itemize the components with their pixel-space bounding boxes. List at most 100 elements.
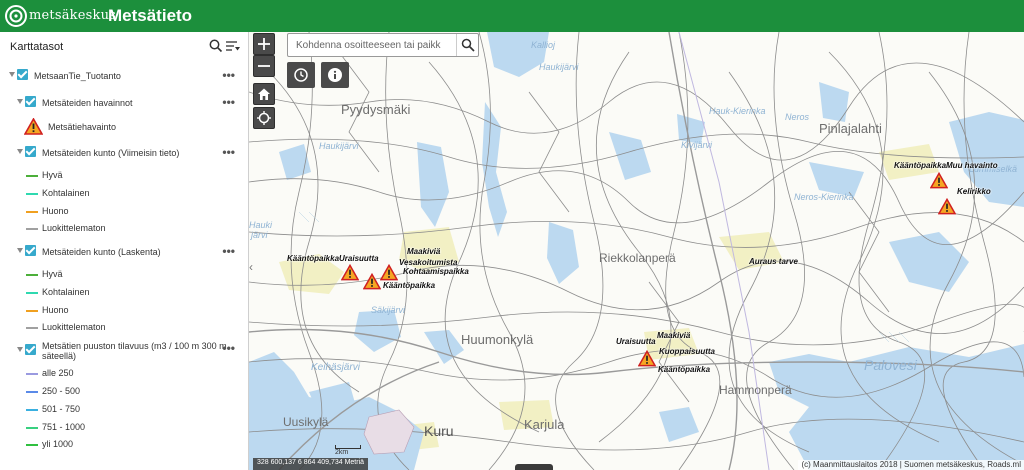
attribution-text: (c) Maanmittauslaitos 2018 | Suomen mets…: [801, 460, 1021, 469]
layer-panel: Karttatasot MetsaanTie_Tuotanto ••• Mets…: [0, 32, 249, 470]
line-symbol: [26, 327, 38, 329]
chevron-down-icon[interactable]: [17, 248, 23, 253]
bottom-drawer-handle[interactable]: [515, 464, 553, 470]
place-label: Karjula: [524, 417, 565, 432]
legend-item: 250 - 500: [0, 382, 249, 400]
warning-triangle-icon[interactable]: [638, 350, 656, 367]
legend-label: Kohtalainen: [42, 287, 90, 297]
legend-item: Luokittelematon: [0, 219, 249, 237]
legend-label: Metsätiehavainto: [48, 122, 117, 132]
more-options-icon[interactable]: •••: [222, 68, 235, 82]
place-label: Pyydysmäki: [341, 102, 411, 117]
layer-group-row[interactable]: Metsäteiden kunto (Viimeisin tieto) •••: [0, 144, 249, 162]
warning-triangle-icon[interactable]: [938, 198, 956, 215]
layer-root-row[interactable]: MetsaanTie_Tuotanto •••: [0, 67, 249, 85]
incident-label: Uraisuutta: [616, 337, 656, 346]
collapse-panel-handle[interactable]: ‹: [249, 260, 259, 288]
locate-button[interactable]: [253, 107, 275, 129]
water-label: Kivijärvi: [681, 140, 713, 150]
legend-item: Huono: [0, 301, 249, 319]
home-button[interactable]: [253, 83, 275, 105]
filter-list-icon[interactable]: [225, 38, 241, 54]
legend-item: Kohtalainen: [0, 184, 249, 202]
legend-label: Luokittelematon: [42, 322, 106, 332]
layer-root-checkbox[interactable]: [17, 69, 28, 80]
layer-group-checkbox[interactable]: [25, 245, 36, 256]
layer-group-checkbox[interactable]: [25, 344, 36, 355]
incident-label: Maakiviä: [407, 247, 441, 256]
water-label: Neros: [785, 112, 810, 122]
legend-label: Kohtalainen: [42, 188, 90, 198]
place-label: Uusikylä: [283, 415, 329, 429]
warning-triangle-icon[interactable]: [363, 273, 381, 290]
search-box[interactable]: [287, 33, 479, 57]
top-bar: metsäkeskus Metsätieto: [0, 0, 1024, 32]
legend-label: 751 - 1000: [42, 422, 86, 432]
search-icon[interactable]: [208, 38, 224, 54]
warning-triangle-icon[interactable]: [380, 264, 398, 281]
layer-group-label: Metsätien puuston tilavuus (m3 / 100 m 3…: [42, 341, 227, 351]
legend-item: Kohtalainen: [0, 283, 249, 301]
warning-triangle-icon: [24, 118, 43, 135]
line-symbol: [26, 193, 38, 195]
water-label: Kallioj: [531, 40, 556, 50]
warning-triangle-icon[interactable]: [930, 172, 948, 189]
search-button[interactable]: [456, 34, 478, 56]
home-icon: [258, 88, 270, 100]
map-attribution: (c) Maanmittauslaitos 2018 | Suomen mets…: [798, 460, 1024, 470]
scale-bar: 2km: [335, 445, 361, 456]
line-symbol: [26, 175, 38, 177]
incident-label: KääntöpaikkaMuu havainto: [894, 161, 998, 170]
water-label: Neros-Kierinka: [794, 192, 854, 202]
layer-group-checkbox[interactable]: [25, 96, 36, 107]
incident-label: KääntöpaikkaUraisuutta: [287, 254, 379, 263]
info-button[interactable]: [321, 62, 349, 88]
line-symbol: [26, 310, 38, 312]
water-label: Hauki: [249, 220, 273, 230]
water-label: Keihäsjärvi: [311, 362, 360, 373]
legend-label: yli 1000: [42, 439, 74, 449]
legend-item: Hyvä: [0, 166, 249, 184]
zoom-in-button[interactable]: [253, 33, 275, 55]
legend-item: 501 - 750: [0, 400, 249, 418]
place-label: Hammonperä: [719, 383, 792, 397]
water-label: Haukijärvi: [539, 62, 579, 72]
incident-label: Auraus tarve: [749, 257, 798, 266]
more-options-icon[interactable]: •••: [222, 341, 235, 355]
history-button[interactable]: [287, 62, 315, 88]
chevron-down-icon[interactable]: [17, 347, 23, 352]
more-options-icon[interactable]: •••: [222, 145, 235, 159]
line-symbol: [26, 292, 38, 294]
layer-group-row[interactable]: Metsäteiden havainnot •••: [0, 94, 249, 112]
chevron-down-icon[interactable]: [9, 72, 15, 77]
place-label: Pinlajalahti: [819, 121, 882, 136]
locate-icon: [257, 111, 271, 125]
layer-group-label-line2: säteellä): [42, 351, 77, 361]
search-input[interactable]: [288, 34, 456, 56]
coordinate-text: 328 600,137 6 864 409,734 Metriä: [257, 459, 365, 466]
more-options-icon[interactable]: •••: [222, 95, 235, 109]
line-symbol: [26, 391, 38, 393]
legend-label: Hyvä: [42, 269, 63, 279]
legend-label: 501 - 750: [42, 404, 81, 414]
more-options-icon[interactable]: •••: [222, 244, 235, 258]
place-label: Kuru: [424, 423, 454, 439]
map-view[interactable]: Pyydysmäki Pinlajalahti Riekkolanperä Hu…: [249, 32, 1024, 470]
layer-group-row[interactable]: Metsäteiden kunto (Laskenta) •••: [0, 243, 249, 261]
chevron-down-icon[interactable]: [17, 99, 23, 104]
search-icon: [461, 38, 475, 52]
chevron-down-icon[interactable]: [17, 149, 23, 154]
incident-label: Kuoppaisuutta: [659, 347, 715, 356]
warning-triangle-icon[interactable]: [341, 264, 359, 281]
incident-label: Kääntöpaikka: [658, 365, 711, 374]
incident-label: Maakiviä: [657, 331, 691, 340]
water-label: Säkijärvi: [371, 305, 406, 315]
incident-label: Kelirikko: [957, 187, 991, 196]
layer-group-checkbox[interactable]: [25, 146, 36, 157]
line-symbol: [26, 274, 38, 276]
incident-label: Kääntöpaikka: [383, 281, 436, 290]
legend-label: Huono: [42, 305, 69, 315]
line-symbol: [26, 409, 38, 411]
zoom-out-button[interactable]: [253, 55, 275, 77]
layer-group-row[interactable]: Metsätien puuston tilavuus (m3 / 100 m 3…: [0, 339, 249, 365]
